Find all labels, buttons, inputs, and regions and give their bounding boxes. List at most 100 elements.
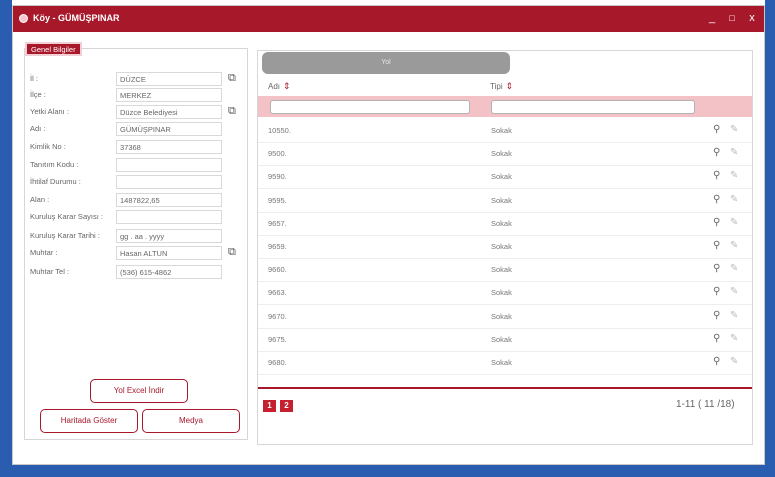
magnifier-icon[interactable]: ⚲	[713, 194, 720, 205]
title-bar[interactable]: Köy - GÜMÜŞPINAR _ □ x	[13, 6, 764, 32]
minimize-button[interactable]: _	[705, 12, 719, 24]
column-name-label: Adı	[268, 82, 281, 91]
magnifier-icon[interactable]: ⚲	[713, 286, 720, 297]
table-row[interactable]: 9659. Sokak ⚲ ✎	[258, 236, 752, 259]
road-type-cell: Sokak	[491, 311, 512, 321]
pencil-icon[interactable]: ✎	[730, 147, 738, 158]
road-type-cell: Sokak	[491, 242, 512, 251]
road-name-cell: 10550.	[268, 126, 291, 135]
magnifier-icon[interactable]: ⚲	[713, 356, 720, 367]
info-field-row: Alan : 1487822,65	[30, 193, 240, 207]
magnifier-icon[interactable]: ⚲	[713, 263, 720, 274]
pencil-icon[interactable]: ✎	[730, 124, 738, 135]
road-name-cell: 9660.	[268, 265, 287, 275]
column-header-type[interactable]: Tipi ⇕	[490, 81, 513, 92]
info-field-label: Kuruluş Karar Sayısı :	[30, 212, 103, 221]
road-type-cell: Sokak	[491, 334, 512, 344]
pencil-icon[interactable]: ✎	[730, 217, 738, 228]
road-type-cell: Sokak	[491, 265, 512, 275]
pencil-icon[interactable]: ✎	[730, 240, 738, 251]
magnifier-icon[interactable]: ⚲	[713, 333, 720, 344]
road-name-cell: 9500.	[268, 149, 287, 159]
app-icon	[19, 14, 28, 23]
external-link-icon[interactable]: ⧉	[228, 72, 236, 85]
road-name-cell: 9663.	[268, 288, 287, 298]
road-excel-download-button[interactable]: Yol Excel İndir	[90, 379, 188, 403]
sort-arrows-icon[interactable]: ⇕	[506, 81, 514, 91]
add-road-button[interactable]: Yol	[262, 52, 510, 74]
table-row[interactable]: 9657. Sokak ⚲ ✎	[258, 213, 752, 236]
info-field-value[interactable]: 37368	[116, 140, 222, 154]
pencil-icon[interactable]: ✎	[730, 170, 738, 181]
info-field-value[interactable]: Düzce Belediyesi	[116, 105, 222, 119]
info-field-value[interactable]: GÜMÜŞPINAR	[116, 122, 222, 136]
info-field-value[interactable]	[116, 175, 222, 189]
frame-left-edge	[0, 0, 12, 477]
info-field-label: Kimlik No :	[30, 142, 66, 151]
road-type-cell: Sokak	[491, 172, 512, 182]
road-name-cell: 9590.	[268, 172, 287, 182]
info-field-label: Muhtar :	[30, 248, 58, 257]
sort-arrows-icon[interactable]: ⇕	[283, 81, 291, 91]
road-type-cell: Sokak	[491, 126, 512, 135]
table-row[interactable]: 9670. Sokak ⚲ ✎	[258, 306, 752, 329]
pencil-icon[interactable]: ✎	[730, 333, 738, 344]
road-name-cell: 9670.	[268, 311, 287, 321]
frame-bottom-edge	[0, 465, 775, 477]
info-field-value[interactable]: gg . aa . yyyy	[116, 229, 222, 243]
maximize-button[interactable]: □	[725, 13, 739, 23]
info-field-row: Muhtar Tel : (536) 615-4862	[30, 265, 240, 279]
info-field-row: Tanıtım Kodu :	[30, 158, 240, 172]
name-filter-input[interactable]	[270, 100, 470, 114]
road-type-cell: Sokak	[491, 218, 512, 228]
info-field-row: Kimlik No : 37368	[30, 140, 240, 154]
info-field-label: Alan :	[30, 195, 50, 204]
table-row[interactable]: 9680. Sokak ⚲ ✎	[258, 352, 752, 375]
magnifier-icon[interactable]: ⚲	[713, 240, 720, 251]
column-header-name[interactable]: Adı ⇕	[268, 81, 291, 92]
page-button-1[interactable]: 1	[263, 400, 276, 412]
road-type-cell: Sokak	[491, 195, 512, 205]
magnifier-icon[interactable]: ⚲	[713, 170, 720, 181]
road-type-cell: Sokak	[491, 288, 512, 298]
road-name-cell: 9675.	[268, 334, 287, 344]
show-on-map-button[interactable]: Haritada Göster	[40, 409, 138, 433]
info-field-label: İlçe :	[30, 90, 46, 99]
close-button[interactable]: x	[745, 12, 759, 24]
road-name-cell: 9657.	[268, 218, 287, 228]
pencil-icon[interactable]: ✎	[730, 263, 738, 274]
info-field-value[interactable]: 1487822,65	[116, 193, 222, 207]
info-field-label: Kuruluş Karar Tarihi :	[30, 231, 100, 240]
info-field-value[interactable]: Hasan ALTUN	[116, 246, 222, 260]
table-row[interactable]: 9663. Sokak ⚲ ✎	[258, 282, 752, 306]
table-row[interactable]: 9500. Sokak ⚲ ✎	[258, 143, 752, 167]
media-button[interactable]: Medya	[142, 409, 240, 433]
info-field-label: İhtilaf Durumu :	[30, 177, 81, 186]
magnifier-icon[interactable]: ⚲	[713, 147, 720, 158]
type-filter-input[interactable]	[491, 100, 695, 114]
external-link-icon[interactable]: ⧉	[228, 246, 236, 259]
magnifier-icon[interactable]: ⚲	[713, 217, 720, 228]
pencil-icon[interactable]: ✎	[730, 194, 738, 205]
info-field-value[interactable]	[116, 210, 222, 224]
table-row[interactable]: 9590. Sokak ⚲ ✎	[258, 166, 752, 190]
info-field-row: İhtilaf Durumu :	[30, 175, 240, 189]
pencil-icon[interactable]: ✎	[730, 356, 738, 367]
info-field-value[interactable]: MERKEZ	[116, 88, 222, 102]
table-row[interactable]: 9595. Sokak ⚲ ✎	[258, 190, 752, 213]
info-field-value[interactable]: DÜZCE	[116, 72, 222, 86]
page-button-2[interactable]: 2	[280, 400, 293, 412]
info-field-row: Yetki Alanı : Düzce Belediyesi ⧉	[30, 105, 240, 119]
pencil-icon[interactable]: ✎	[730, 286, 738, 297]
info-field-value[interactable]	[116, 158, 222, 172]
info-field-value[interactable]: (536) 615-4862	[116, 265, 222, 279]
table-row[interactable]: 9675. Sokak ⚲ ✎	[258, 329, 752, 352]
pencil-icon[interactable]: ✎	[730, 310, 738, 321]
magnifier-icon[interactable]: ⚲	[713, 124, 720, 135]
table-row[interactable]: 9660. Sokak ⚲ ✎	[258, 259, 752, 283]
table-row[interactable]: 10550. Sokak ⚲ ✎	[258, 120, 752, 143]
info-field-label: Tanıtım Kodu :	[30, 160, 79, 169]
magnifier-icon[interactable]: ⚲	[713, 310, 720, 321]
external-link-icon[interactable]: ⧉	[228, 105, 236, 118]
info-field-row: Adı : GÜMÜŞPINAR	[30, 122, 240, 136]
